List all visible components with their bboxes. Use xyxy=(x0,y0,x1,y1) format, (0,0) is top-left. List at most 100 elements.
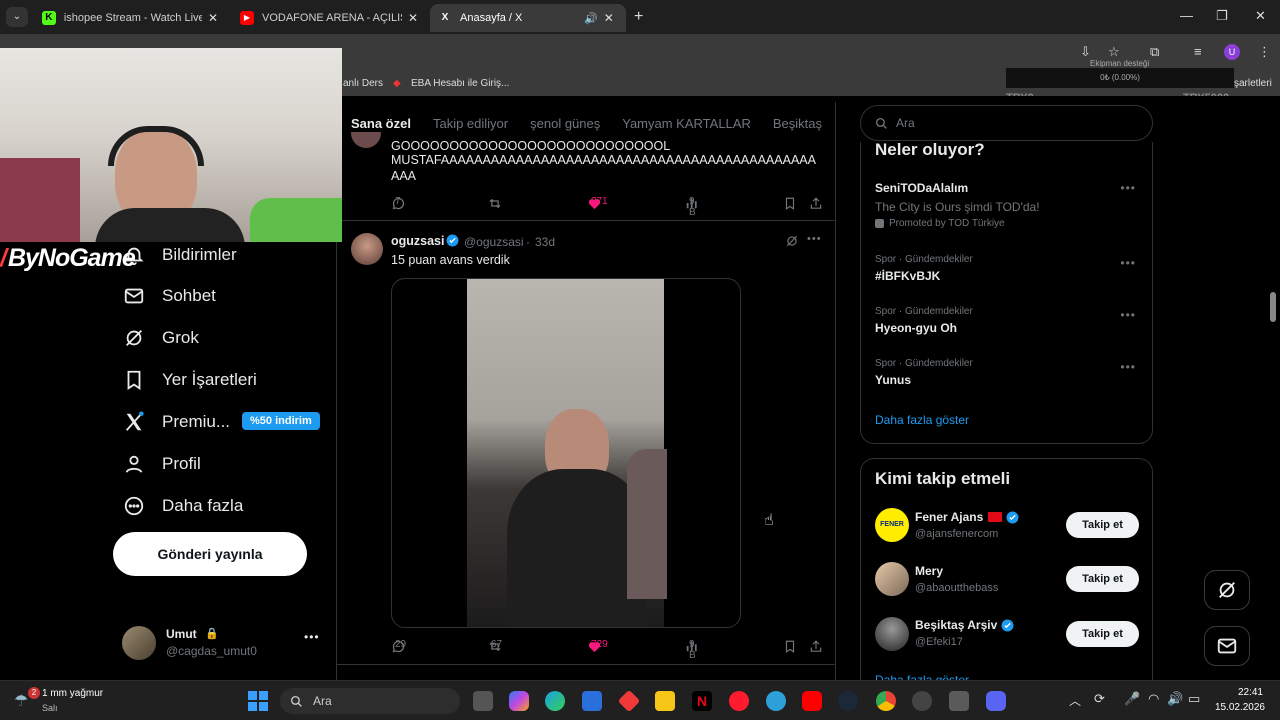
new-tab-button[interactable]: + xyxy=(634,8,643,26)
tab-besiktas[interactable]: Beşiktaş xyxy=(773,116,822,131)
close-window-icon[interactable]: ✕ xyxy=(1255,8,1266,24)
clock-date[interactable]: 15.02.2026 xyxy=(1213,702,1265,713)
like-button[interactable]: 271 xyxy=(587,196,608,211)
close-icon[interactable]: ✕ xyxy=(208,11,218,25)
tweet-video[interactable] xyxy=(391,278,741,628)
nav-sohbet[interactable]: Sohbet xyxy=(122,284,216,308)
more-icon[interactable]: ••• xyxy=(304,630,320,644)
promoted-trend[interactable]: SeniTODaAlalım The City is Ours şimdi TO… xyxy=(875,181,1135,229)
maximize-icon[interactable]: ❐ xyxy=(1216,8,1228,24)
netflix-icon[interactable]: N xyxy=(692,691,712,711)
discord-icon[interactable] xyxy=(986,691,1006,711)
who-name[interactable]: Fener Ajans xyxy=(915,510,1019,524)
app-icon[interactable] xyxy=(766,691,786,711)
like-button[interactable]: 729 xyxy=(587,639,608,654)
tab-sana-ozel[interactable]: Sana özel xyxy=(351,116,411,131)
app-icon[interactable] xyxy=(912,691,932,711)
post-button[interactable]: Gönderi yayınla xyxy=(113,532,307,576)
follow-button[interactable]: Takip et xyxy=(1066,621,1139,647)
task-view-icon[interactable] xyxy=(473,691,493,711)
app-icon[interactable] xyxy=(617,689,641,713)
share-button[interactable] xyxy=(809,639,823,654)
app-icon[interactable] xyxy=(949,691,969,711)
wifi-icon[interactable]: ◠ xyxy=(1148,691,1159,707)
weather-widget[interactable]: ☂ 2 xyxy=(14,687,40,713)
retweet-button[interactable]: 67 xyxy=(487,639,503,654)
tab-search-button[interactable]: ⌄ xyxy=(6,7,28,27)
bookmark-item[interactable]: şarletleri xyxy=(1234,78,1272,89)
sync-icon[interactable]: ⟳ xyxy=(1094,691,1105,707)
more-icon[interactable]: ••• xyxy=(807,233,822,245)
avatar[interactable] xyxy=(351,233,383,265)
kebab-menu-icon[interactable]: ⋮ xyxy=(1258,44,1271,60)
edge-icon[interactable] xyxy=(545,691,565,711)
views-button[interactable]: 9 B xyxy=(685,196,699,218)
volume-icon[interactable]: 🔊 xyxy=(1167,691,1183,707)
more-icon[interactable]: ••• xyxy=(1120,308,1136,322)
retweet-button[interactable] xyxy=(487,196,503,211)
nav-grok[interactable]: Grok xyxy=(122,326,199,350)
trend-item[interactable]: Spor · Gündemdekiler Hyeon-gyu Oh xyxy=(875,306,973,335)
microphone-icon[interactable]: 🎤 xyxy=(1124,691,1140,707)
reply-button[interactable]: 7 xyxy=(391,196,406,211)
follow-button[interactable]: Takip et xyxy=(1066,566,1139,592)
file-explorer-icon[interactable] xyxy=(655,691,675,711)
more-icon[interactable]: ••• xyxy=(1120,360,1136,374)
close-icon[interactable]: ✕ xyxy=(408,11,418,25)
who-name[interactable]: Beşiktaş Arşiv xyxy=(915,618,1014,632)
tweet-time[interactable]: 33d xyxy=(535,235,555,249)
share-button[interactable] xyxy=(809,196,823,211)
profile-avatar[interactable]: U xyxy=(1224,44,1240,60)
page-scrollbar[interactable] xyxy=(1268,96,1280,680)
nav-premium[interactable]: Premiu... xyxy=(122,410,230,434)
avatar[interactable]: FENER xyxy=(875,508,909,542)
avatar[interactable] xyxy=(875,617,909,651)
chevron-up-icon[interactable]: ︿ xyxy=(1069,692,1081,709)
windows-start-icon[interactable] xyxy=(248,691,268,711)
trend-item[interactable]: Spor · Gündemdekiler #İBFKvBJK xyxy=(875,254,973,283)
copilot-icon[interactable] xyxy=(509,691,529,711)
avatar[interactable] xyxy=(351,132,381,148)
battery-icon[interactable]: ▭ xyxy=(1188,691,1200,707)
author-name[interactable]: oguzsasi xyxy=(391,234,445,248)
bookmark-button[interactable] xyxy=(783,639,797,654)
steam-icon[interactable] xyxy=(838,691,858,711)
scrollbar-thumb[interactable] xyxy=(1270,292,1276,322)
bookmark-item[interactable]: EBA Hesabı ile Giriş... xyxy=(411,78,509,89)
clock-time[interactable]: 22:41 xyxy=(1223,687,1263,698)
grok-fab[interactable] xyxy=(1204,570,1250,610)
extensions-icon[interactable]: ⧉ xyxy=(1150,44,1159,60)
account-switcher[interactable]: Umut 🔒 @cagdas_umut0 ••• xyxy=(122,624,322,664)
store-icon[interactable] xyxy=(582,691,602,711)
tab-ishopee-stream[interactable]: K ishopee Stream - Watch Live on ✕ xyxy=(34,4,226,32)
close-icon[interactable]: ✕ xyxy=(604,11,614,25)
tab-takip-ediliyor[interactable]: Takip ediliyor xyxy=(433,116,508,131)
search-input[interactable]: Ara xyxy=(860,105,1153,141)
chrome-icon[interactable] xyxy=(876,691,896,711)
media-icon[interactable]: ≡ xyxy=(1194,44,1202,59)
minimize-icon[interactable]: — xyxy=(1180,8,1193,23)
tab-senol-gunes[interactable]: şenol güneş xyxy=(530,116,600,131)
show-more-link[interactable]: Daha fazla göster xyxy=(875,413,969,427)
nav-profil[interactable]: Profil xyxy=(122,452,201,476)
messages-fab[interactable] xyxy=(1204,626,1250,666)
who-name[interactable]: Mery xyxy=(915,564,943,578)
follow-button[interactable]: Takip et xyxy=(1066,512,1139,538)
opera-icon[interactable] xyxy=(729,691,749,711)
nav-yer-isaretleri[interactable]: Yer İşaretleri xyxy=(122,368,257,392)
speaker-icon[interactable]: 🔊 xyxy=(584,12,598,25)
more-icon[interactable]: ••• xyxy=(1120,256,1136,270)
tab-vodafone-arena[interactable]: ▶ VODAFONE ARENA - AÇILIŞ M ✕ xyxy=(232,4,426,32)
nav-daha-fazla[interactable]: Daha fazla xyxy=(122,494,243,518)
tab-anasayfa-x[interactable]: X Anasayfa / X 🔊 ✕ xyxy=(430,4,626,32)
trend-item[interactable]: Spor · Gündemdekiler Yunus xyxy=(875,358,973,387)
more-icon[interactable]: ••• xyxy=(1120,181,1136,195)
taskbar-search[interactable]: Ara xyxy=(280,688,460,714)
bookmark-item[interactable]: anlı Ders xyxy=(343,78,383,89)
bookmark-button[interactable] xyxy=(783,196,797,211)
youtube-icon[interactable] xyxy=(802,691,822,711)
author-handle[interactable]: @oguzsasi xyxy=(464,235,524,249)
reply-button[interactable]: 29 xyxy=(391,639,406,654)
grok-icon[interactable] xyxy=(785,234,799,253)
tab-yamyam-kartallar[interactable]: Yamyam KARTALLAR xyxy=(622,116,751,131)
